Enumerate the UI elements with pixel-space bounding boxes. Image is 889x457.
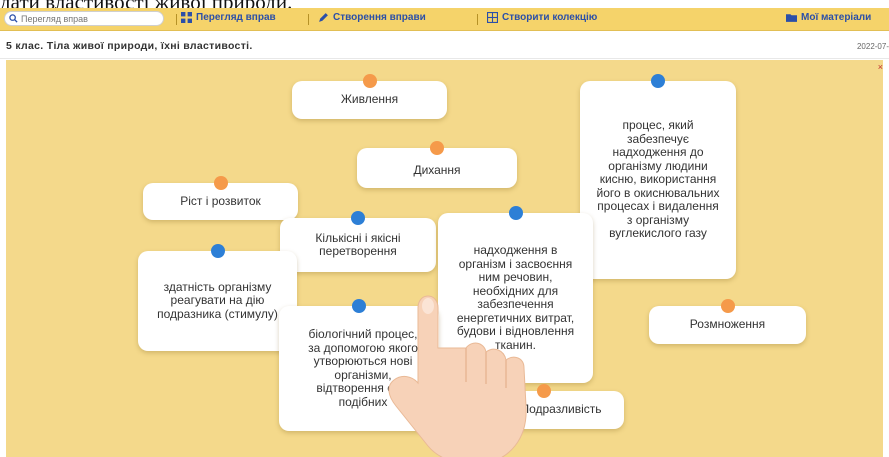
- card-label: процес, який забезпечує надходження до о…: [596, 118, 720, 241]
- exercise-board: × Живлення Дихання Ріст і розвиток проце…: [6, 60, 883, 457]
- card-label: Кількісні і якісні перетворення: [315, 230, 401, 258]
- search-icon: [9, 14, 18, 23]
- toolbar: Перегляд вправ Створення вправи Створити…: [0, 8, 889, 31]
- pencil-icon: [319, 13, 328, 22]
- create-exercise-button[interactable]: Створення вправи: [318, 12, 426, 23]
- create-collection-button[interactable]: Створити колекцію: [487, 12, 597, 23]
- pin-icon: [213, 176, 228, 190]
- create-exercise-label: Створення вправи: [333, 12, 426, 23]
- card-rozmnozhennia[interactable]: Розмноження: [649, 299, 806, 344]
- pin-icon: [508, 206, 523, 220]
- card-label: здатність організму реагувати на дію под…: [157, 279, 278, 321]
- pin-icon: [430, 141, 444, 155]
- pin-icon: [351, 211, 365, 225]
- my-materials-button[interactable]: Мої матеріали: [786, 12, 871, 23]
- create-collection-label: Створити колекцію: [502, 12, 598, 23]
- card-dykhannia[interactable]: Дихання: [357, 141, 517, 188]
- card-label: Ріст і розвиток: [180, 193, 261, 208]
- pin-icon: [352, 299, 366, 313]
- card-kilkisni[interactable]: Кількісні і якісні перетворення: [280, 211, 436, 272]
- pin-icon: [537, 384, 551, 398]
- pin-icon: [210, 244, 225, 258]
- card-protses-kysen[interactable]: процес, який забезпечує надходження до о…: [580, 74, 736, 279]
- card-zdatnist[interactable]: здатність організму реагувати на дію под…: [138, 244, 297, 351]
- grid-icon: [181, 12, 192, 23]
- card-rist[interactable]: Ріст і розвиток: [143, 176, 298, 220]
- folder-icon: [786, 14, 797, 22]
- card-zhyvlennia[interactable]: Живлення: [292, 74, 447, 119]
- view-exercises-label: Перегляд вправ: [196, 12, 276, 23]
- my-materials-label: Мої матеріали: [801, 12, 872, 23]
- top-caption: дати властивості живої природи.: [0, 0, 889, 8]
- pin-icon: [720, 299, 735, 313]
- toolbar-divider: [308, 14, 309, 25]
- page-header: 5 клас. Тіла живої природи, їхні властив…: [0, 36, 889, 59]
- card-label: Дихання: [413, 163, 461, 178]
- collection-icon: [487, 12, 498, 23]
- card-label: Розмноження: [689, 317, 766, 332]
- toolbar-divider: [477, 14, 478, 25]
- page-title: 5 клас. Тіла живої природи, їхні властив…: [6, 40, 253, 52]
- pointing-hand-icon: [388, 295, 527, 457]
- pin-icon: [362, 74, 377, 88]
- pin-icon: [651, 74, 665, 88]
- search-input[interactable]: [21, 13, 151, 24]
- card-label: Живлення: [340, 92, 399, 107]
- toolbar-divider: [176, 14, 177, 25]
- view-exercises-button[interactable]: Перегляд вправ: [181, 12, 276, 23]
- search-box[interactable]: [4, 11, 164, 26]
- close-icon[interactable]: ×: [878, 62, 883, 72]
- page-date: 2022-07-: [856, 42, 889, 51]
